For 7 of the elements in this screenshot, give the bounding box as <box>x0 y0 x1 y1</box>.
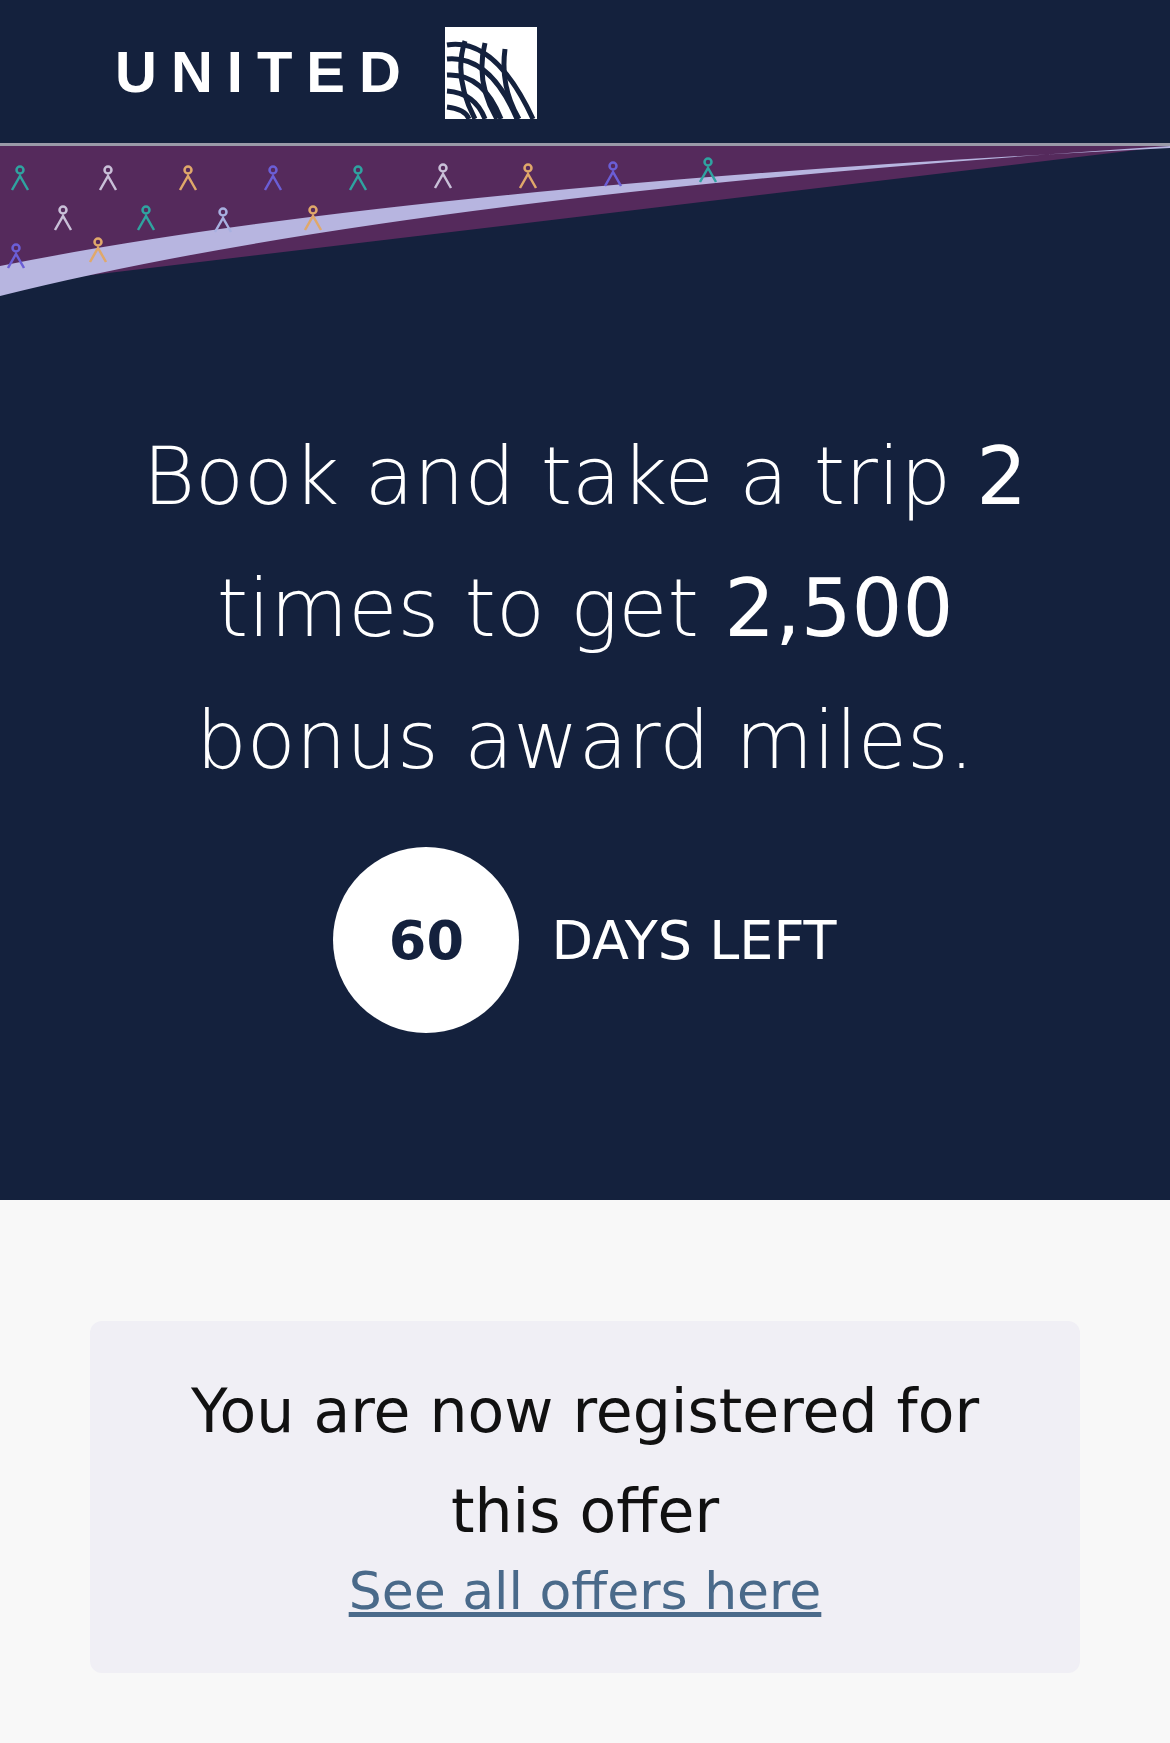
globe-logo-icon <box>444 26 537 119</box>
days-left-label: DAYS LEFT <box>551 908 837 972</box>
days-count-badge: 60 <box>333 847 520 1033</box>
offer-headline: Book and take a trip 2 times to get 2,500 bonus award miles. <box>141 429 1029 789</box>
all-offers-link[interactable]: See all offers here <box>348 1561 822 1621</box>
logo-text: UNITED <box>115 38 415 105</box>
registration-message: You are now registered for this offer <box>189 1375 981 1548</box>
